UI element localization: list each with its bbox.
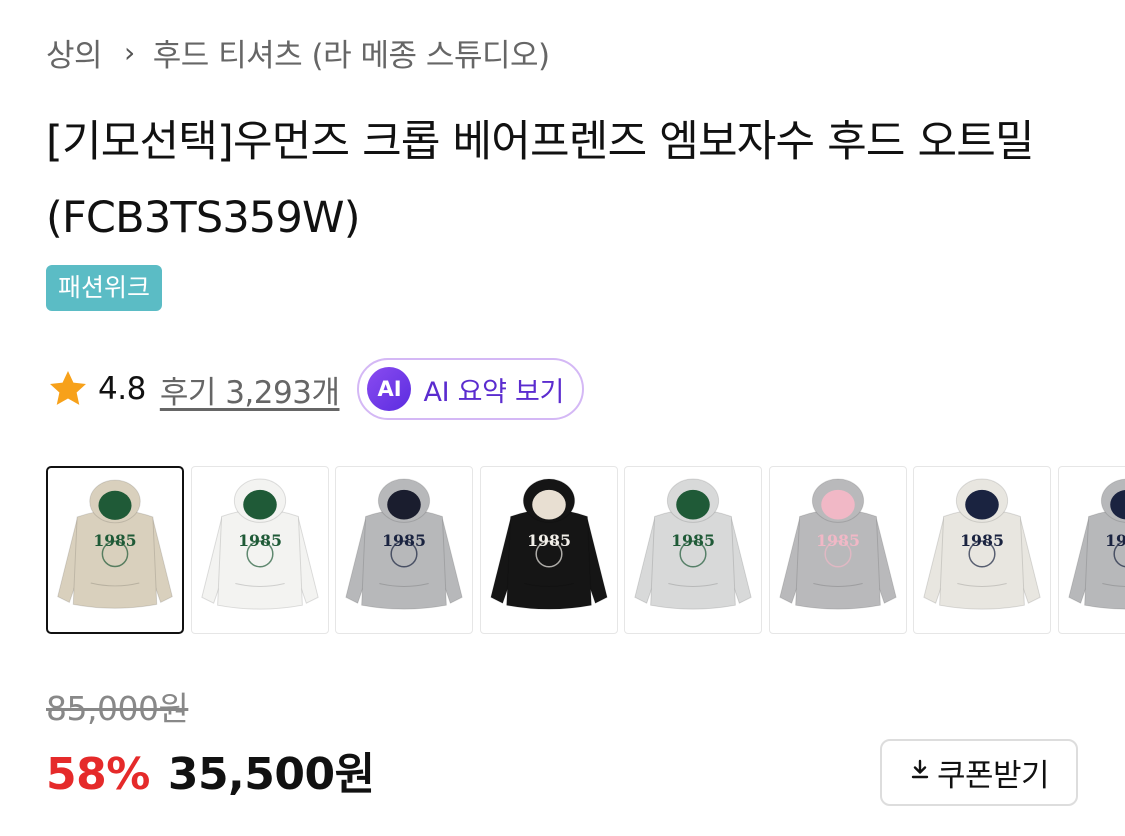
product-thumbnail-white-hoodie[interactable]: 1985 [190, 466, 329, 634]
rating-value: 4.8 [98, 371, 146, 407]
product-thumbnail-gray-hoodie[interactable]: 1985 [335, 466, 473, 634]
product-thumbnail-gray-pink-hoodie[interactable]: 1985 [768, 466, 907, 634]
hoodie-image: 1985 [1067, 478, 1125, 610]
product-thumbnail-light-gray-hoodie[interactable]: 1985 [624, 466, 762, 634]
reviews-link[interactable]: 후기 3,293개 [160, 367, 340, 412]
hoodie-image: 1985 [634, 478, 752, 610]
hoodie-image: 1985 [57, 479, 173, 609]
product-thumbnail-oatmeal-hoodie[interactable]: 1985 [46, 466, 184, 634]
svg-text:1985: 1985 [382, 531, 426, 550]
coupon-download-button[interactable]: 쿠폰받기 [880, 739, 1078, 806]
star-icon [50, 371, 86, 405]
svg-text:1985: 1985 [671, 531, 715, 550]
product-thumbnail-black-hoodie[interactable]: 1985 [479, 466, 618, 634]
price-row: 58% 35,500원 [46, 738, 375, 802]
svg-text:1985: 1985 [1105, 531, 1125, 550]
breadcrumb: 상의 › 후드 티셔츠 (라 메종 스튜디오) [46, 30, 550, 75]
product-title: [기모선택]우먼즈 크롭 베어프렌즈 엠보자수 후드 오트밀(FCB3TS359… [46, 117, 1035, 243]
svg-text:1985: 1985 [960, 531, 1004, 550]
sale-price: 35,500원 [167, 749, 375, 800]
rating-row: 4.8 후기 3,293개 AI AI 요약 보기 [46, 358, 585, 420]
hoodie-image: 1985 [923, 478, 1041, 610]
original-price: 85,000원 [46, 689, 189, 728]
discount-rate: 58% [46, 749, 150, 800]
hoodie-image: 1985 [489, 478, 608, 610]
svg-text:1985: 1985 [816, 531, 860, 550]
breadcrumb-subcategory[interactable]: 후드 티셔츠 (라 메종 스튜디오) [153, 30, 550, 75]
chevron-right-icon: › [124, 36, 135, 69]
svg-text:1985: 1985 [527, 531, 571, 550]
product-thumbnail-ivory-navy-hoodie[interactable]: 1985 [913, 466, 1051, 634]
hoodie-image: 1985 [778, 478, 897, 610]
ai-icon: AI [367, 367, 412, 411]
ai-summary-button[interactable]: AI AI 요약 보기 [357, 358, 585, 420]
thumbnail-carousel[interactable]: 1985 1985 1985 1985 1985 1985 1985 1985 [46, 466, 1125, 634]
product-thumbnail-gray-navy-hoodie[interactable]: 1985 [1057, 466, 1125, 634]
coupon-label: 쿠폰받기 [936, 758, 1050, 793]
breadcrumb-category[interactable]: 상의 [46, 30, 103, 75]
download-icon [909, 758, 931, 787]
promo-badge: 패션위크 [46, 265, 163, 311]
hoodie-image: 1985 [200, 478, 319, 610]
hoodie-image: 1985 [345, 478, 463, 610]
ai-summary-label: AI 요약 보기 [423, 376, 565, 408]
svg-text:1985: 1985 [238, 531, 282, 550]
svg-text:1985: 1985 [93, 531, 136, 550]
